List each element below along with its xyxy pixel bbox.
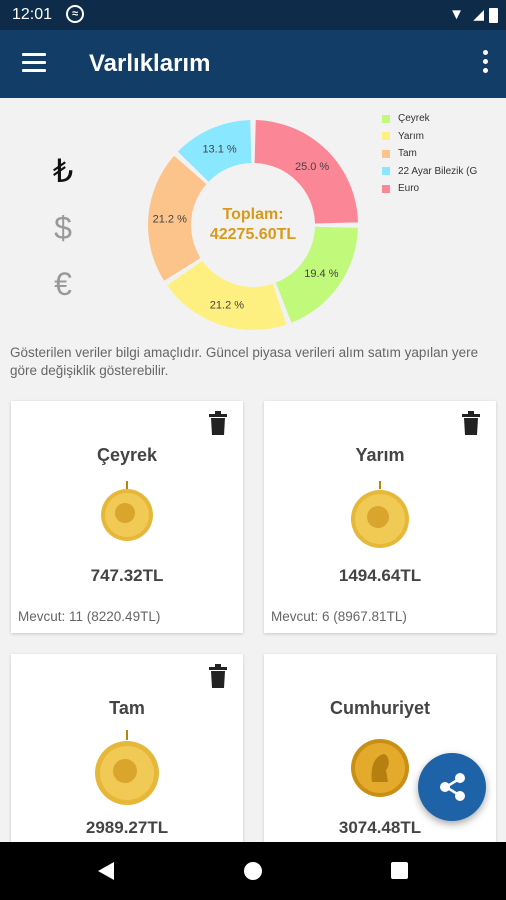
legend-swatch <box>382 149 390 158</box>
gold-coin-icon <box>351 481 409 548</box>
share-button[interactable] <box>418 753 486 821</box>
menu-icon[interactable] <box>22 53 46 73</box>
legend-label: Yarım <box>398 130 424 142</box>
legend-item: Tam <box>382 145 506 163</box>
share-icon <box>440 773 465 801</box>
slice-label: 21.2 % <box>210 299 244 311</box>
dollar-currency-button[interactable]: $ <box>40 210 86 247</box>
asset-price: 1494.64TL <box>338 566 422 585</box>
assets-donut-chart: 25.0 %19.4 %21.2 %21.2 %13.1 % <box>148 120 358 330</box>
recent-apps-icon[interactable] <box>391 862 408 879</box>
asset-name: Yarım <box>355 445 405 465</box>
legend-label: 22 Ayar Bilezik (G <box>398 165 478 177</box>
asset-name: Tam <box>109 698 145 718</box>
legend-swatch <box>382 114 390 123</box>
asset-card-yarim[interactable]: Yarım 1494.64TL Mevcut: 6 (8967.81TL) <box>264 401 496 633</box>
navigation-bar <box>0 842 506 900</box>
gold-coin-icon <box>101 481 153 541</box>
euro-currency-button[interactable]: € <box>40 266 86 303</box>
trash-icon[interactable] <box>209 664 227 688</box>
legend-swatch <box>382 184 390 193</box>
back-icon[interactable] <box>98 862 114 880</box>
gold-coin-icon <box>351 739 409 797</box>
battery-icon <box>489 8 498 23</box>
asset-name: Çeyrek <box>96 445 158 465</box>
legend-label: Çeyrek <box>398 113 430 125</box>
lira-currency-button[interactable]: ₺ <box>40 152 86 190</box>
donut-slice <box>167 260 287 330</box>
trash-icon[interactable] <box>209 411 227 435</box>
legend-swatch <box>382 132 390 141</box>
legend-item: Euro <box>382 180 506 198</box>
app-bar: Varlıklarım <box>0 30 506 98</box>
legend-item: Yarım <box>382 128 506 146</box>
disclaimer-text: Gösterilen veriler bilgi amaçlıdır. Günc… <box>10 345 479 378</box>
gold-coin-icon <box>95 730 159 805</box>
asset-card-ceyrek[interactable]: Çeyrek 747.32TL Mevcut: 11 (8220.49TL) <box>11 401 243 633</box>
total-value: 42275.60TL <box>209 226 297 243</box>
wifi-icon: ▼ <box>449 6 464 23</box>
data-saver-icon: ≈ <box>66 5 84 23</box>
slice-label: 13.1 % <box>202 143 236 155</box>
status-time: 12:01 <box>12 6 53 23</box>
asset-stock: Mevcut: 6 (8967.81TL) <box>271 609 407 624</box>
slice-label: 19.4 % <box>304 268 338 280</box>
asset-card-tam[interactable]: Tam 2989.27TL <box>11 654 243 842</box>
status-bar: 12:01 ≈ ▼ ◢ <box>0 0 506 30</box>
legend-label: Tam <box>398 148 417 160</box>
asset-name: Cumhuriyet <box>329 698 430 718</box>
home-icon[interactable] <box>244 862 262 880</box>
total-label: Toplam: <box>222 206 284 223</box>
slice-label: 25.0 % <box>295 161 329 173</box>
asset-price: 2989.27TL <box>85 818 169 837</box>
page-title: Varlıklarım <box>89 50 211 77</box>
chart-legend: Çeyrek Yarım Tam 22 Ayar Bilezik (G Euro <box>382 110 506 198</box>
asset-stock: Mevcut: 11 (8220.49TL) <box>18 609 161 624</box>
legend-label: Euro <box>398 183 420 195</box>
asset-price: 3074.48TL <box>338 818 422 837</box>
legend-item: Çeyrek <box>382 110 506 128</box>
legend-swatch <box>382 167 390 176</box>
trash-icon[interactable] <box>462 411 480 435</box>
asset-price: 747.32TL <box>90 566 164 585</box>
legend-item: 22 Ayar Bilezik (G <box>382 163 506 181</box>
signal-icon: ◢ <box>473 6 484 22</box>
more-options-icon[interactable] <box>480 50 490 76</box>
